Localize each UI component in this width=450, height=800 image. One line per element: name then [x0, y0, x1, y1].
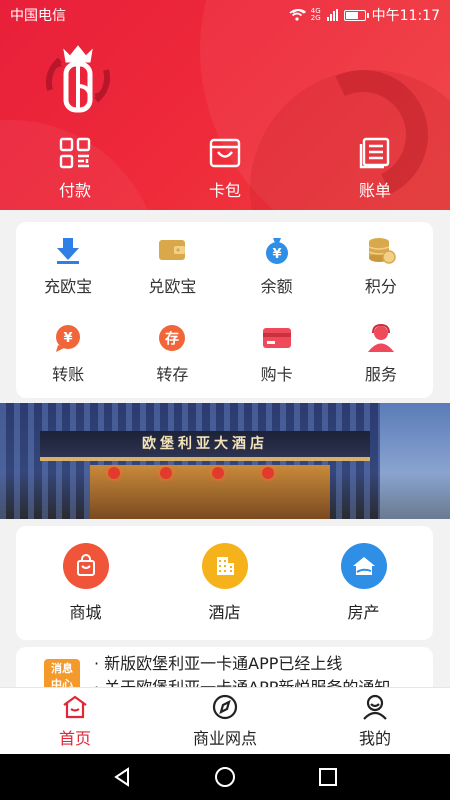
redeem-oubao-button[interactable]: 兑欧宝	[120, 222, 224, 310]
categories-card: 商城 酒店 房产	[16, 526, 433, 640]
lantern	[160, 467, 172, 479]
header: 中国电信 4G 2G 中午11:17 付款 卡包 账单	[0, 0, 450, 210]
battery-icon	[343, 9, 369, 21]
svg-text:¥: ¥	[64, 331, 73, 346]
bill-button[interactable]: 账单	[300, 135, 450, 205]
home-icon	[61, 693, 89, 721]
system-nav-bar	[0, 754, 450, 800]
back-icon[interactable]	[110, 765, 134, 789]
services-card: 充欧宝 兑欧宝 ¥ 余额 积分 ¥ 转账 存 转存 购卡 服务	[16, 222, 433, 398]
lantern	[212, 467, 224, 479]
card-wallet-label: 卡包	[208, 181, 241, 200]
badge-text: 消息 中心	[51, 662, 73, 687]
service-label: 购卡	[260, 365, 293, 384]
service-button[interactable]: 服务	[329, 310, 433, 398]
balance-button[interactable]: ¥ 余额	[225, 222, 329, 310]
card-icon	[262, 323, 292, 353]
news-item[interactable]: · 新版欧堡利亚一卡通APP已经上线	[94, 652, 423, 676]
user-icon	[361, 693, 389, 721]
recents-icon[interactable]	[316, 765, 340, 789]
shopping-bag-icon	[62, 543, 109, 589]
wallet-gold-icon	[157, 235, 187, 265]
deposit-button[interactable]: 存 转存	[120, 310, 224, 398]
service-label: 余额	[260, 277, 293, 296]
service-label: 转存	[156, 365, 189, 384]
service-label: 积分	[364, 277, 397, 296]
deposit-icon: 存	[157, 323, 187, 353]
category-label: 酒店	[208, 603, 241, 622]
banner-sky	[380, 403, 450, 519]
tab-mine[interactable]: 我的	[300, 688, 450, 754]
card-wallet-button[interactable]: 卡包	[150, 135, 300, 205]
tab-label: 首页	[58, 729, 91, 748]
bill-label: 账单	[358, 181, 391, 200]
news-card[interactable]: 消息 中心 · 新版欧堡利亚一卡通APP已经上线 · 关于欧堡利亚一卡通APP新…	[16, 647, 433, 687]
tab-home[interactable]: 首页	[0, 688, 150, 754]
mall-button[interactable]: 商城	[16, 526, 155, 640]
signal-icon	[326, 9, 338, 21]
carrier-name: 中国电信	[10, 8, 66, 24]
transfer-button[interactable]: ¥ 转账	[16, 310, 120, 398]
bill-icon	[357, 135, 393, 171]
recharge-oubao-button[interactable]: 充欧宝	[16, 222, 120, 310]
hotel-button[interactable]: 酒店	[155, 526, 294, 640]
buy-card-button[interactable]: 购卡	[225, 310, 329, 398]
service-label: 转账	[52, 365, 85, 384]
pay-label: 付款	[58, 181, 91, 200]
service-person-icon	[366, 323, 396, 353]
message-center-badge: 消息 中心	[44, 659, 80, 687]
svg-text:存: 存	[165, 331, 179, 348]
category-label: 商城	[69, 603, 102, 622]
hotel-banner[interactable]: 欧堡利亚大酒店	[0, 403, 450, 519]
tab-label: 商业网点	[192, 729, 257, 748]
lantern	[262, 467, 274, 479]
service-label: 兑欧宝	[148, 277, 197, 296]
home-circle-icon[interactable]	[213, 765, 237, 789]
points-button[interactable]: 积分	[329, 222, 433, 310]
pay-button[interactable]: 付款	[0, 135, 150, 205]
qrcode-icon	[57, 135, 93, 171]
wallet-icon	[207, 135, 243, 171]
tab-label: 我的	[358, 729, 391, 748]
download-arrow-icon	[53, 235, 83, 265]
quick-actions: 付款 卡包 账单	[0, 135, 450, 205]
yuan-bubble-icon: ¥	[53, 323, 83, 353]
ob-crown-logo	[36, 38, 120, 122]
hotel-sign: 欧堡利亚大酒店	[142, 436, 268, 452]
news-list: · 新版欧堡利亚一卡通APP已经上线 · 关于欧堡利亚一卡通APP新悦服务的通知	[94, 652, 423, 687]
news-item[interactable]: · 关于欧堡利亚一卡通APP新悦服务的通知	[94, 676, 423, 687]
coins-icon	[366, 235, 396, 265]
status-bar: 中国电信 4G 2G 中午11:17	[0, 0, 450, 30]
clock: 中午11:17	[371, 8, 440, 24]
tab-business-outlets[interactable]: 商业网点	[150, 688, 300, 754]
bottom-tab-bar: 首页 商业网点 我的	[0, 687, 450, 754]
house-icon	[340, 543, 387, 589]
compass-icon	[211, 693, 239, 721]
service-label: 服务	[364, 365, 397, 384]
wifi-icon	[288, 9, 309, 21]
category-label: 房产	[347, 603, 380, 622]
lantern	[108, 467, 120, 479]
banner-lobby	[90, 465, 330, 519]
building-icon	[201, 543, 248, 589]
network-type-label: 4G 2G	[310, 7, 321, 22]
service-label: 充欧宝	[44, 277, 93, 296]
real-estate-button[interactable]: 房产	[294, 526, 433, 640]
money-bag-icon: ¥	[262, 235, 292, 265]
svg-text:¥: ¥	[272, 247, 281, 262]
